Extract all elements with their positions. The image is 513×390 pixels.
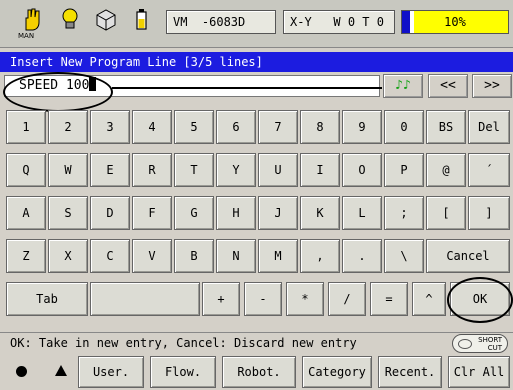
key-k[interactable]: K	[300, 196, 340, 230]
key-c[interactable]: C	[90, 239, 130, 273]
key-equals[interactable]: =	[370, 282, 408, 316]
key-s[interactable]: S	[48, 196, 88, 230]
key-7[interactable]: 7	[258, 110, 298, 144]
key-z[interactable]: Z	[6, 239, 46, 273]
music-button[interactable]: ♪♪	[383, 74, 423, 98]
speed-indicator[interactable]: 10%	[401, 10, 509, 34]
delete-key[interactable]: Del	[468, 110, 510, 144]
key-b[interactable]: B	[174, 239, 214, 273]
key-x[interactable]: X	[48, 239, 88, 273]
key-3[interactable]: 3	[90, 110, 130, 144]
mode-label: MAN	[18, 32, 35, 40]
key-p[interactable]: P	[384, 153, 424, 187]
menu-clear-all-button[interactable]: Clr All	[448, 356, 510, 388]
key-9[interactable]: 9	[342, 110, 382, 144]
record-dot-icon[interactable]	[16, 366, 27, 377]
key-accent[interactable]: ´	[468, 153, 510, 187]
tab-key[interactable]: Tab	[6, 282, 88, 316]
annotation-circle	[3, 72, 113, 112]
cube-icon[interactable]	[93, 6, 119, 38]
key-4[interactable]: 4	[132, 110, 172, 144]
key-e[interactable]: E	[90, 153, 130, 187]
cursor-right-button[interactable]: >>	[472, 74, 512, 98]
key-right-bracket[interactable]: ]	[468, 196, 510, 230]
key-left-bracket[interactable]: [	[426, 196, 466, 230]
cursor-left-button[interactable]: <<	[428, 74, 468, 98]
key-5[interactable]: 5	[174, 110, 214, 144]
key-d[interactable]: D	[90, 196, 130, 230]
shortcut-button[interactable]: SHORT CUT	[452, 334, 508, 353]
key-at[interactable]: @	[426, 153, 466, 187]
key-period[interactable]: .	[342, 239, 382, 273]
status-bar: MAN VM -6083D X-Y W 0 T 0 10%	[0, 0, 513, 48]
key-n[interactable]: N	[216, 239, 256, 273]
key-m[interactable]: M	[258, 239, 298, 273]
key-semicolon[interactable]: ;	[384, 196, 424, 230]
key-8[interactable]: 8	[300, 110, 340, 144]
key-caret[interactable]: ^	[412, 282, 446, 316]
coord-value: -6083D	[201, 15, 246, 29]
key-g[interactable]: G	[174, 196, 214, 230]
frame-values: W 0 T 0	[333, 15, 384, 29]
key-f[interactable]: F	[132, 196, 172, 230]
annotation-circle-ok	[447, 277, 513, 323]
annotation-line	[112, 87, 382, 89]
key-minus[interactable]: -	[244, 282, 282, 316]
bulb-icon[interactable]	[57, 6, 83, 38]
bottom-menu: User. Flow. Robot. Category Recent. Clr …	[0, 354, 513, 390]
menu-robot-button[interactable]: Robot.	[222, 356, 296, 388]
key-r[interactable]: R	[132, 153, 172, 187]
menu-recent-button[interactable]: Recent.	[378, 356, 442, 388]
dialog-title: Insert New Program Line [3/5 lines]	[0, 52, 513, 72]
key-0[interactable]: 0	[384, 110, 424, 144]
coord-system: VM	[173, 15, 188, 29]
key-w[interactable]: W	[48, 153, 88, 187]
key-o[interactable]: O	[342, 153, 382, 187]
key-backslash[interactable]: \	[384, 239, 424, 273]
shortcut-icon	[458, 339, 472, 349]
key-1[interactable]: 1	[6, 110, 46, 144]
up-arrow-icon[interactable]	[55, 365, 67, 376]
key-l[interactable]: L	[342, 196, 382, 230]
frame-display[interactable]: X-Y W 0 T 0	[283, 10, 395, 34]
key-i[interactable]: I	[300, 153, 340, 187]
cancel-key[interactable]: Cancel	[426, 239, 510, 273]
key-plus[interactable]: +	[202, 282, 240, 316]
battery-icon[interactable]	[128, 6, 154, 38]
key-j[interactable]: J	[258, 196, 298, 230]
menu-user-button[interactable]: User.	[78, 356, 144, 388]
key-u[interactable]: U	[258, 153, 298, 187]
coordinate-display[interactable]: VM -6083D	[166, 10, 276, 34]
key-h[interactable]: H	[216, 196, 256, 230]
key-y[interactable]: Y	[216, 153, 256, 187]
key-q[interactable]: Q	[6, 153, 46, 187]
frame-name: X-Y	[290, 15, 312, 29]
speed-label: 10%	[444, 15, 466, 29]
key-6[interactable]: 6	[216, 110, 256, 144]
help-message: OK: Take in new entry, Cancel: Discard n…	[10, 336, 357, 350]
key-v[interactable]: V	[132, 239, 172, 273]
key-slash[interactable]: /	[328, 282, 366, 316]
key-asterisk[interactable]: *	[286, 282, 324, 316]
key-t[interactable]: T	[174, 153, 214, 187]
message-bar: OK: Take in new entry, Cancel: Discard n…	[0, 332, 513, 354]
backspace-key[interactable]: BS	[426, 110, 466, 144]
menu-flow-button[interactable]: Flow.	[150, 356, 216, 388]
menu-category-button[interactable]: Category	[302, 356, 372, 388]
key-comma[interactable]: ,	[300, 239, 340, 273]
hand-icon[interactable]: MAN	[18, 6, 44, 40]
key-a[interactable]: A	[6, 196, 46, 230]
key-2[interactable]: 2	[48, 110, 88, 144]
space-key[interactable]	[90, 282, 200, 316]
